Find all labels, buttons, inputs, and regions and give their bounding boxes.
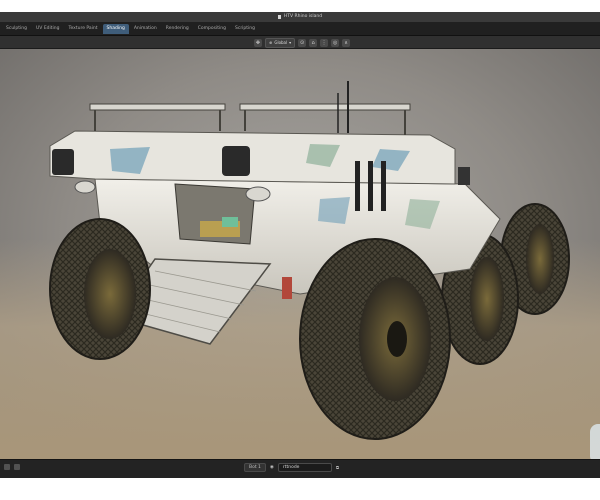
transform-icon[interactable]: ✥ (254, 39, 262, 47)
status-left-tools (4, 464, 20, 470)
tab-compositing[interactable]: Compositing (194, 24, 230, 34)
orientation-value: Global (274, 40, 288, 45)
status-bar: Bot 1 ◉ rttnode ⧉ (0, 459, 600, 478)
editor-type-icon[interactable] (4, 464, 10, 470)
tab-uv-editing[interactable]: UV Editing (32, 24, 63, 34)
tab-scripting[interactable]: Scripting (231, 24, 259, 34)
app-window: HTV Rhino island Sculpting UV Editing Te… (0, 12, 600, 478)
status-center: Bot 1 ◉ rttnode ⧉ (244, 463, 339, 472)
tab-shading[interactable]: Shading (102, 23, 129, 34)
viewport-header: ✥ ⊕ Global ▾ ⊙ ⌂ ⋮ ◎ ∧ (0, 36, 600, 49)
title-bar: HTV Rhino island (0, 12, 600, 22)
tab-texture-paint[interactable]: Texture Paint (65, 24, 102, 34)
tab-sculpting[interactable]: Sculpting (2, 24, 31, 34)
pivot-icon[interactable]: ⊙ (298, 39, 307, 47)
rover-model (49, 81, 570, 440)
proportional-icon[interactable]: ◎ (331, 39, 340, 47)
frame-field[interactable]: Bot 1 (244, 463, 266, 472)
snap-settings-icon[interactable]: ⋮ (320, 39, 329, 47)
tab-animation[interactable]: Animation (130, 24, 161, 34)
transform-controls: ✥ ⊕ Global ▾ ⊙ ⌂ ⋮ ◎ ∧ (254, 38, 351, 48)
workspace-tabs: Sculpting UV Editing Texture Paint Shadi… (0, 22, 600, 36)
snap-icon[interactable]: ⌂ (309, 39, 318, 47)
file-icon (277, 15, 281, 19)
orientation-icon: ⊕ (269, 40, 273, 45)
object-type-icon: ◉ (269, 465, 274, 470)
tab-rendering[interactable]: Rendering (162, 24, 193, 34)
object-field[interactable]: rttnode (277, 463, 332, 472)
3d-viewport[interactable] (0, 49, 600, 459)
falloff-icon[interactable]: ∧ (342, 39, 351, 47)
frame-icon[interactable] (14, 464, 20, 470)
orientation-select[interactable]: ⊕ Global ▾ (265, 38, 296, 48)
fake-user-icon[interactable]: ⧉ (336, 465, 339, 471)
navigation-gizmo[interactable] (590, 424, 600, 459)
chevron-down-icon: ▾ (289, 40, 292, 45)
window-title: HTV Rhino island (283, 14, 323, 19)
